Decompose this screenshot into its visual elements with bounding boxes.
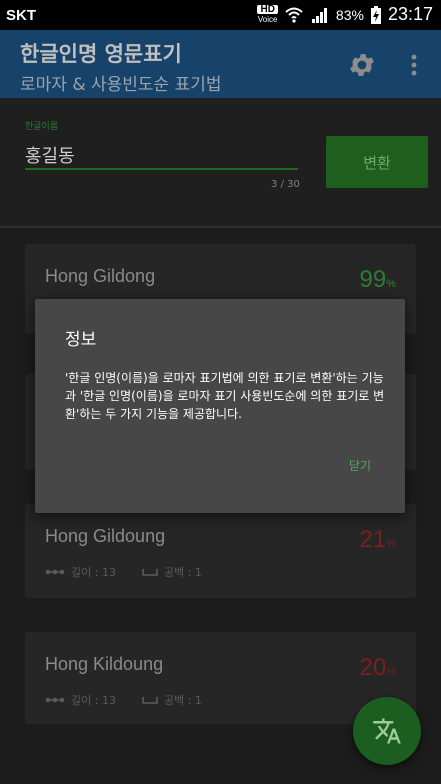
wifi-icon (285, 7, 303, 23)
input-underline (25, 168, 298, 170)
input-section: 한글이름 홍길동 3 / 30 변환 (0, 98, 441, 226)
app-title: 한글인명 영문표기 (20, 42, 182, 66)
status-icons: HD Voice 83% 23:17 (257, 4, 433, 25)
space-icon (142, 697, 158, 704)
translate-fab[interactable] (353, 697, 421, 765)
space-label: 공백 : 1 (163, 694, 202, 707)
dialog-close-button[interactable]: 닫기 (349, 457, 371, 474)
space-icon (142, 569, 158, 576)
result-name: Hong Gildoung (45, 526, 166, 546)
hd-voice-icon: HD Voice (257, 4, 278, 24)
battery-level: 83% (335, 6, 364, 23)
signal-icon (311, 7, 327, 23)
gear-icon[interactable] (347, 50, 377, 80)
clock: 23:17 (387, 4, 433, 24)
length-label: 길이 : 13 (71, 694, 116, 707)
dialog-title: 정보 (65, 330, 97, 350)
result-score: 21% (359, 526, 396, 553)
carrier-label: SKT (6, 7, 36, 24)
result-card[interactable]: Hong Kildoung 20% 길이 : 13 공백 : 1 (25, 632, 416, 724)
char-counter: 3 / 30 (271, 179, 300, 190)
section-divider (0, 226, 441, 228)
app-bar: 한글인명 영문표기 로마자 & 사용빈도순 표기법 (0, 30, 441, 98)
result-score: 20% (359, 654, 396, 681)
result-name: Hong Kildoung (45, 654, 164, 674)
app-subtitle: 로마자 & 사용빈도순 표기법 (20, 75, 222, 95)
length-icon (45, 697, 65, 703)
translate-icon (373, 718, 401, 744)
more-vert-icon[interactable] (404, 50, 424, 80)
space-label: 공백 : 1 (163, 566, 202, 579)
length-icon (45, 569, 65, 575)
name-field-label: 한글이름 (25, 122, 59, 132)
result-name: Hong Gildong (45, 266, 156, 286)
result-card[interactable]: Hong Gildoung 21% 길이 : 13 공백 : 1 (25, 504, 416, 598)
length-label: 길이 : 13 (71, 566, 116, 579)
name-input[interactable]: 홍길동 (25, 142, 75, 168)
info-dialog: 정보 '한글 인명(이름)을 로마자 표기법에 의한 표기로 변환'하는 기능과… (35, 299, 405, 513)
result-meta: 길이 : 13 공백 : 1 (45, 564, 202, 580)
result-score: 99% (359, 266, 396, 293)
status-bar: SKT HD Voice 83% 23:17 (0, 0, 441, 30)
battery-charging-icon (370, 5, 381, 24)
dialog-message: '한글 인명(이름)을 로마자 표기법에 의한 표기로 변환'하는 기능과 '한… (65, 371, 385, 421)
result-meta: 길이 : 13 공백 : 1 (45, 692, 202, 708)
convert-button[interactable]: 변환 (326, 136, 428, 188)
